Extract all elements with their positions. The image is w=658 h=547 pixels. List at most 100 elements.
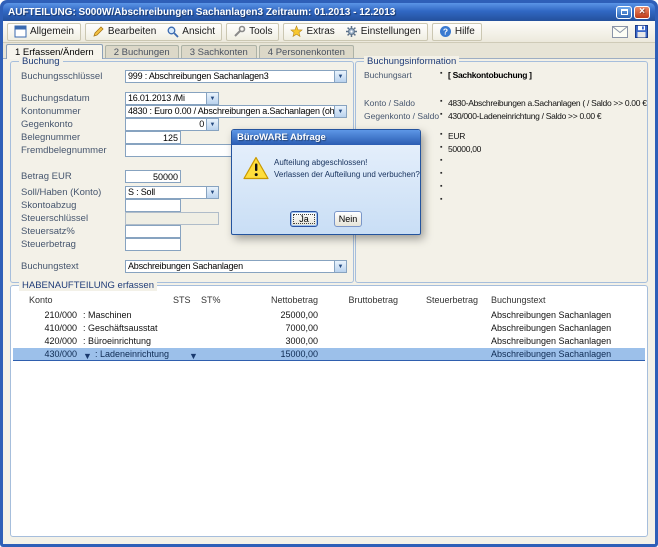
menu-label: Tools <box>249 26 272 37</box>
chevron-down-icon[interactable]: ▼ <box>334 106 346 117</box>
cell-konto: 420/000 <box>29 336 77 346</box>
bullet-icon: ▪ <box>440 144 442 151</box>
steuerbetrag-label: Steuerbetrag <box>21 239 123 250</box>
toolbar: Allgemein Bearbeiten Ansicht Tools <box>3 21 655 43</box>
bullet-icon: ▪ <box>440 111 442 118</box>
dialog-body: Aufteilung abgeschlossen! Verlassen der … <box>232 145 420 235</box>
toolbar-right <box>612 25 651 38</box>
col-sts: STS <box>173 295 195 305</box>
menu-extras[interactable]: Extras <box>286 24 338 40</box>
col-bruttobetrag: Bruttobetrag <box>318 295 398 305</box>
menu-ansicht[interactable]: Ansicht <box>162 24 219 40</box>
table-row-selected[interactable]: 430/000 ▼ : Ladeneinrichtung ▼ 15000,00 … <box>13 348 645 361</box>
restore-icon <box>621 9 628 15</box>
menu-hilfe[interactable]: ? Hilfe <box>435 24 479 40</box>
fremdbelegnummer-label: Fremdbelegnummer <box>21 145 123 156</box>
betrag-label: Betrag EUR <box>21 171 123 182</box>
close-button[interactable]: × <box>634 6 650 19</box>
dialog-message: Aufteilung abgeschlossen! Verlassen der … <box>274 157 420 181</box>
col-buchungstext: Buchungstext <box>491 295 546 305</box>
buchungsart-label: Buchungsart <box>364 70 412 80</box>
toolbar-group-1: Allgemein <box>7 23 81 41</box>
star-icon <box>290 25 303 38</box>
tab-personenkonten[interactable]: 4 Personenkonten <box>259 45 354 58</box>
menu-tools[interactable]: Tools <box>229 24 276 40</box>
menu-allgemein[interactable]: Allgemein <box>10 24 78 40</box>
buchungsdatum-select[interactable]: 16.01.2013 /Mi ▼ <box>125 92 219 105</box>
dialog-message-line1: Aufteilung abgeschlossen! <box>274 157 420 169</box>
wrench-icon <box>233 25 246 38</box>
kontonummer-select[interactable]: 4830 : Euro 0.00 / Abschreibungen a.Sach… <box>125 105 347 118</box>
window-title: AUFTEILUNG: S000W/Abschreibungen Sachanl… <box>8 7 395 18</box>
cell-konto: 210/000 <box>29 310 77 320</box>
chevron-down-icon[interactable]: ▼ <box>334 71 346 82</box>
mail-button[interactable] <box>612 26 628 38</box>
konto-saldo-value: 4830-Abschreibungen a.Sachanlagen ( / Sa… <box>448 98 647 108</box>
close-icon: × <box>639 7 645 17</box>
sollhaben-value: S : Soll <box>126 187 206 198</box>
buchungstext-select[interactable]: Abschreibungen Sachanlagen ▼ <box>125 260 347 273</box>
chevron-down-icon[interactable]: ▼ <box>334 261 346 272</box>
waehrung-value: EUR <box>448 131 465 141</box>
tab-sachkonten[interactable]: 3 Sachkonten <box>181 45 257 58</box>
gegenkonto-select[interactable]: 0 ▼ <box>125 118 219 131</box>
chevron-down-icon[interactable]: ▼ <box>206 119 218 130</box>
skontoabzug-label: Skontoabzug <box>21 200 123 211</box>
cell-name: : Maschinen <box>83 310 132 320</box>
buchungsdatum-label: Buchungsdatum <box>21 93 123 104</box>
bullet-icon: ▪ <box>440 157 442 164</box>
bullet-icon: ▪ <box>440 98 442 105</box>
gegenkonto-saldo-label: Gegenkonto / Saldo <box>364 111 439 121</box>
bullet-icon: ▪ <box>440 170 442 177</box>
nein-button[interactable]: Nein <box>334 211 362 227</box>
belegnummer-label: Belegnummer <box>21 132 123 143</box>
chevron-down-icon[interactable]: ▼ <box>206 187 218 198</box>
toolbar-group-5: ? Hilfe <box>432 23 482 41</box>
col-nettobetrag: Nettobetrag <box>238 295 318 305</box>
warning-icon <box>243 156 269 185</box>
cell-buchungstext: Abschreibungen Sachanlagen <box>491 336 611 346</box>
belegnummer-input[interactable] <box>125 131 181 144</box>
save-button[interactable] <box>635 25 648 38</box>
buchungsart-value: [ Sachkontobuchung ] <box>448 70 532 80</box>
restore-button[interactable] <box>616 6 632 19</box>
buchung-legend: Buchung <box>19 56 63 67</box>
habenaufteilung-legend: HABENAUFTEILUNG erfassen <box>19 280 157 291</box>
allgemein-icon <box>14 25 27 38</box>
cell-netto: 25000,00 <box>238 310 318 320</box>
buchungsinformation-legend: Buchungsinformation <box>364 56 459 67</box>
cell-netto: 15000,00 <box>238 349 318 359</box>
bullet-icon: ▪ <box>440 131 442 138</box>
chevron-down-icon[interactable]: ▼ <box>206 93 218 104</box>
table-row[interactable]: 410/000 : Geschäftsausstat 7000,00 Absch… <box>13 322 645 335</box>
skontoabzug-input[interactable] <box>125 199 181 212</box>
titlebar[interactable]: AUFTEILUNG: S000W/Abschreibungen Sachanl… <box>3 3 655 21</box>
cell-konto: 430/000 <box>29 349 77 359</box>
cell-name: : Geschäftsausstat <box>83 323 158 333</box>
table-row[interactable]: 210/000 : Maschinen 25000,00 Abschreibun… <box>13 309 645 322</box>
col-konto: Konto <box>29 295 53 305</box>
table-row[interactable]: 420/000 : Büroeinrichtung 3000,00 Abschr… <box>13 335 645 348</box>
buchungsschluessel-select[interactable]: 999 : Abschreibungen Sachanlagen3 ▼ <box>125 70 347 83</box>
konto-dropdown-icon[interactable]: ▼ <box>83 351 92 361</box>
window-body: Allgemein Bearbeiten Ansicht Tools <box>3 21 655 544</box>
steuerschluessel-label: Steuerschlüssel <box>21 213 123 224</box>
menu-einstellungen[interactable]: Einstellungen <box>341 24 425 40</box>
betrag-input[interactable] <box>125 170 181 183</box>
tabbar: 1 Erfassen/Ändern 2 Buchungen 3 Sachkont… <box>3 43 655 59</box>
tab-buchungen[interactable]: 2 Buchungen <box>105 45 179 58</box>
toolbar-group-4: Extras Einstellungen <box>283 23 427 41</box>
steuersatz-input[interactable] <box>125 225 181 238</box>
pencil-icon <box>92 25 105 38</box>
dialog-title: BüroWARE Abfrage <box>237 132 326 143</box>
name-dropdown-icon[interactable]: ▼ <box>189 351 198 361</box>
menu-label: Extras <box>306 26 334 37</box>
steuerbetrag-input[interactable] <box>125 238 181 251</box>
sollhaben-select[interactable]: S : Soll ▼ <box>125 186 219 199</box>
menu-bearbeiten[interactable]: Bearbeiten <box>88 24 160 40</box>
gear-icon <box>345 25 358 38</box>
dialog-message-line2: Verlassen der Aufteilung und verbuchen? <box>274 169 420 181</box>
ja-button[interactable]: Ja <box>290 211 318 227</box>
dialog-titlebar[interactable]: BüroWARE Abfrage <box>232 130 420 145</box>
content-area: Buchung Buchungsschlüssel 999 : Abschrei… <box>3 59 655 544</box>
